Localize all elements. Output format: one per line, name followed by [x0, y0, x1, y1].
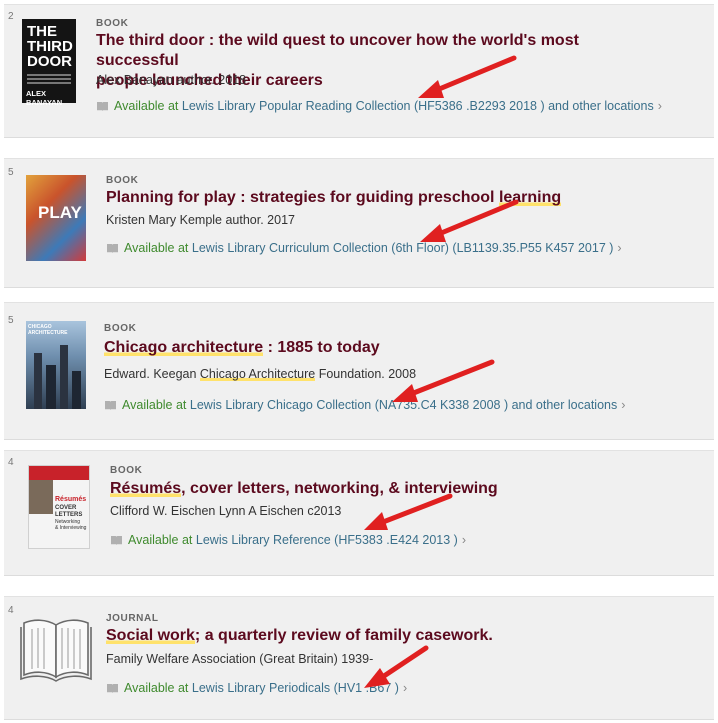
availability-line[interactable]: Available at Lewis Library Reference (HF… — [110, 533, 466, 549]
result-title[interactable]: Planning for play : strategies for guidi… — [106, 188, 666, 208]
annotation-arrow — [392, 359, 495, 402]
book-icon — [106, 683, 119, 697]
book-icon — [104, 400, 117, 414]
result-card[interactable]: 2 THE THIRD DOOR ALEX BANAYAN BOOK The t… — [4, 4, 714, 138]
book-icon — [110, 535, 123, 549]
chevron-right-icon[interactable]: › — [462, 533, 466, 547]
title-highlight: Résumés — [110, 480, 182, 497]
chevron-right-icon[interactable]: › — [658, 99, 662, 113]
available-label: Available at — [124, 241, 189, 255]
result-number: 4 — [8, 605, 14, 616]
book-cover[interactable]: PLAY — [26, 175, 86, 261]
item-type: BOOK — [96, 18, 129, 29]
cover-skyline — [46, 365, 56, 409]
book-icon — [96, 101, 109, 115]
author-line: Clifford W. Eischen Lynn A Eischen c2013 — [110, 504, 342, 518]
cover-skyline — [72, 371, 81, 409]
cover-text: & Interviewing — [55, 525, 87, 531]
book-cover[interactable]: CHICAGO ARCHITECTURE — [26, 321, 86, 409]
book-cover[interactable]: THE THIRD DOOR ALEX BANAYAN — [22, 19, 76, 107]
item-type: BOOK — [110, 465, 143, 476]
annotation-arrow — [420, 199, 519, 242]
cover-text: CHICAGO ARCHITECTURE — [28, 324, 68, 336]
library-name[interactable]: Lewis Library — [196, 533, 270, 547]
title-line: The third door : the wild quest to uncov… — [96, 32, 579, 69]
title-text: : 1885 to today — [263, 339, 380, 356]
annotation-arrow — [418, 55, 517, 98]
result-number: 5 — [8, 315, 14, 326]
result-number: 4 — [8, 457, 14, 468]
annotation-arrow — [364, 493, 453, 530]
available-label: Available at — [122, 398, 187, 412]
author-line: Edward. Keegan Chicago Architecture Foun… — [104, 367, 416, 381]
result-card[interactable]: 5 PLAY BOOK Planning for play : strategi… — [4, 158, 714, 288]
cover-lines — [27, 74, 71, 76]
chevron-right-icon[interactable]: › — [621, 398, 625, 412]
cover-text: Résumés — [55, 496, 87, 503]
item-type: BOOK — [106, 175, 139, 186]
available-label: Available at — [114, 99, 179, 113]
book-cover[interactable]: Résumés COVER LETTERS Networking & Inter… — [28, 465, 90, 549]
cover-text: LETTERS — [55, 512, 83, 518]
available-label: Available at — [124, 681, 189, 695]
cover-skyline — [34, 353, 42, 409]
availability-line[interactable]: Available at Lewis Library Popular Readi… — [96, 99, 662, 115]
library-name[interactable]: Lewis Library — [190, 398, 264, 412]
cover-text: THE — [27, 23, 57, 40]
annotation-arrow — [364, 645, 429, 688]
cover-band — [29, 466, 89, 480]
cover-text: PLAY — [38, 203, 82, 222]
item-type: JOURNAL — [106, 613, 159, 624]
available-label: Available at — [128, 533, 193, 547]
cover-text: THIRD — [27, 38, 73, 55]
author-line: Kristen Mary Kemple author. 2017 — [106, 213, 295, 227]
author-highlight: Chicago Architecture — [199, 367, 316, 381]
author-line: Family Welfare Association (Great Britai… — [106, 652, 374, 666]
result-card[interactable]: 5 CHICAGO ARCHITECTURE BOOK Chicago arch… — [4, 302, 714, 440]
result-number: 5 — [8, 167, 14, 178]
cover-photo — [29, 480, 53, 514]
cover-text: COVER — [55, 505, 77, 511]
cover-author: ALEX BANAYAN — [26, 89, 63, 107]
cover-skyline — [60, 345, 68, 409]
title-text: ; a quarterly review of family casework. — [194, 627, 493, 644]
author-line: Alex Banayan author. 2018 — [96, 73, 247, 87]
result-title[interactable]: Chicago architecture : 1885 to today — [104, 338, 664, 358]
author-text: Edward. Keegan — [104, 367, 200, 381]
chevron-right-icon[interactable]: › — [617, 241, 621, 255]
availability-line[interactable]: Available at Lewis Library Curriculum Co… — [106, 241, 622, 257]
result-number: 2 — [8, 11, 14, 22]
library-name[interactable]: Lewis Library — [182, 99, 256, 113]
library-name[interactable]: Lewis Library — [192, 681, 266, 695]
title-highlight: Social work — [106, 627, 195, 644]
cover-text: DOOR — [27, 53, 72, 70]
library-name[interactable]: Lewis Library — [192, 241, 266, 255]
book-icon — [106, 243, 119, 257]
title-highlight: Chicago architecture — [104, 339, 264, 356]
item-type: BOOK — [104, 323, 137, 334]
availability-line[interactable]: Available at Lewis Library Chicago Colle… — [104, 398, 625, 414]
journal-icon — [18, 611, 94, 683]
location-link[interactable]: Reference (HF5383 .E424 2013 ) — [273, 533, 458, 547]
